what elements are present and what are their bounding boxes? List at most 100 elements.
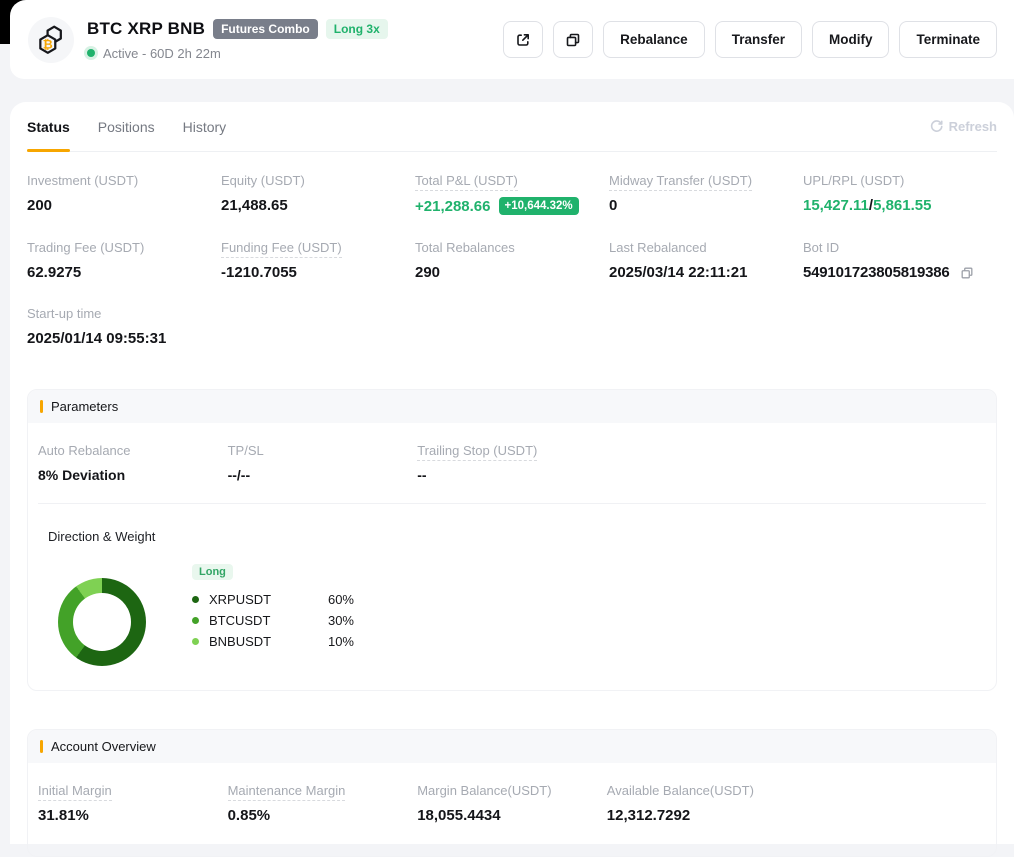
stat-label: Equity (USDT) [221, 173, 305, 188]
account-value: 0.85% [228, 807, 418, 824]
stat-investment: Investment (USDT) 200 [27, 173, 221, 215]
transfer-button[interactable]: Transfer [715, 21, 802, 58]
legend-weight: 30% [328, 613, 354, 628]
stat-value: 2025/03/14 22:11:21 [609, 264, 803, 281]
legend-weight: 10% [328, 634, 354, 649]
legend-item: BTCUSDT 30% [192, 613, 354, 628]
stat-funding-fee: Funding Fee (USDT) -1210.7055 [221, 240, 415, 281]
param-label-underlined: Trailing Stop (USDT) [417, 443, 537, 461]
copy-icon [565, 32, 581, 48]
account-overview-section: Account Overview Initial Margin 31.81% M… [27, 729, 997, 857]
direction-weight-title: Direction & Weight [48, 529, 976, 544]
stat-label-underlined: Funding Fee (USDT) [221, 240, 342, 258]
legend-weight: 60% [328, 592, 354, 607]
stat-label: Last Rebalanced [609, 240, 707, 255]
bot-type-badge: Futures Combo [213, 19, 318, 39]
status-text: Active - 60D 2h 22m [103, 46, 221, 61]
pnl-value: +21,288.66 [415, 198, 491, 215]
terminate-button[interactable]: Terminate [899, 21, 997, 58]
refresh-icon [929, 119, 944, 134]
stat-label: Trading Fee (USDT) [27, 240, 144, 255]
legend-dot [192, 638, 199, 645]
param-value: 8% Deviation [38, 467, 228, 483]
svg-text:₿: ₿ [43, 37, 53, 51]
rebalance-button[interactable]: Rebalance [603, 21, 705, 58]
stat-bot-id: Bot ID 549101723805819386 [803, 240, 997, 281]
stat-value: 0 [609, 197, 803, 214]
header-actions: Rebalance Transfer Modify Terminate [503, 21, 997, 58]
stat-label-underlined: Midway Transfer (USDT) [609, 173, 752, 191]
refresh-label: Refresh [949, 119, 997, 134]
stat-value: -1210.7055 [221, 264, 415, 281]
stat-midway-transfer: Midway Transfer (USDT) 0 [609, 173, 803, 215]
param-label: TP/SL [228, 443, 264, 458]
status-active-dot [87, 49, 95, 57]
param-value: --/-- [228, 467, 418, 483]
legend-symbol: XRPUSDT [209, 592, 271, 607]
account-available-balance: Available Balance(USDT) 12,312.7292 [607, 783, 797, 824]
bot-leverage-badge: Long 3x [326, 19, 388, 39]
stat-startup-time: Start-up time 2025/01/14 09:55:31 [27, 306, 221, 347]
bot-id-value: 549101723805819386 [803, 264, 950, 281]
account-label-underlined: Maintenance Margin [228, 783, 346, 801]
param-tpsl: TP/SL --/-- [228, 443, 418, 483]
bot-detail-card: Status Positions History Refresh Investm… [10, 102, 1014, 844]
parameters-section: Parameters Auto Rebalance 8% Deviation T… [27, 389, 997, 691]
bot-logo: ₿ [28, 17, 74, 63]
account-margin-balance: Margin Balance(USDT) 18,055.4434 [417, 783, 607, 824]
copy-bot-button[interactable] [553, 21, 593, 58]
account-overview-title: Account Overview [51, 739, 156, 754]
external-link-icon [515, 32, 531, 48]
tab-status[interactable]: Status [27, 102, 70, 151]
upl-value: 15,427.11 [803, 197, 869, 214]
account-label: Margin Balance(USDT) [417, 783, 551, 798]
stat-equity: Equity (USDT) 21,488.65 [221, 173, 415, 215]
stat-total-rebalances: Total Rebalances 290 [415, 240, 609, 281]
account-label: Available Balance(USDT) [607, 783, 754, 798]
account-initial-margin: Initial Margin 31.81% [38, 783, 228, 824]
legend-item: BNBUSDT 10% [192, 634, 354, 649]
stat-value: 62.9275 [27, 264, 221, 281]
account-value: 31.81% [38, 807, 228, 824]
account-value: 12,312.7292 [607, 807, 797, 824]
bot-header: ₿ BTC XRP BNB Futures Combo Long 3x Acti… [10, 0, 1014, 79]
stat-last-rebalanced: Last Rebalanced 2025/03/14 22:11:21 [609, 240, 803, 281]
account-overview-header: Account Overview [28, 730, 996, 763]
stat-label-underlined: Total P&L (USDT) [415, 173, 518, 191]
stat-total-pnl: Total P&L (USDT) +21,288.66 +10,644.32% [415, 173, 609, 215]
bot-title: BTC XRP BNB [87, 19, 205, 39]
account-value: 18,055.4434 [417, 807, 607, 824]
pnl-percent-badge: +10,644.32% [499, 197, 579, 215]
param-label: Auto Rebalance [38, 443, 131, 458]
parameters-section-header: Parameters [28, 390, 996, 423]
account-label-underlined: Initial Margin [38, 783, 112, 801]
tab-history[interactable]: History [183, 102, 227, 151]
direction-weight-donut [58, 578, 146, 666]
param-value: -- [417, 467, 607, 483]
legend-symbol: BTCUSDT [209, 613, 270, 628]
bot-identity: ₿ BTC XRP BNB Futures Combo Long 3x Acti… [28, 17, 388, 63]
stat-label: Bot ID [803, 240, 839, 255]
legend-item: XRPUSDT 60% [192, 592, 354, 607]
account-overview-grid: Initial Margin 31.81% Maintenance Margin… [38, 783, 986, 824]
legend-symbol: BNBUSDT [209, 634, 271, 649]
refresh-button[interactable]: Refresh [929, 119, 997, 134]
rpl-value: 5,861.55 [873, 197, 931, 214]
stat-label: UPL/RPL (USDT) [803, 173, 904, 188]
stat-upl-rpl: UPL/RPL (USDT) 15,427.11 / 5,861.55 [803, 173, 997, 215]
parameters-title: Parameters [51, 399, 118, 414]
legend-dot [192, 596, 199, 603]
stat-value: 21,488.65 [221, 197, 415, 214]
tab-positions[interactable]: Positions [98, 102, 155, 151]
orange-accent-bar [40, 400, 43, 413]
parameters-grid: Auto Rebalance 8% Deviation TP/SL --/-- … [38, 443, 986, 483]
hexagon-bitcoin-icon: ₿ [36, 24, 66, 56]
modify-button[interactable]: Modify [812, 21, 890, 58]
param-trailing-stop: Trailing Stop (USDT) -- [417, 443, 607, 483]
long-direction-badge: Long [192, 564, 233, 580]
bot-id-copy-icon[interactable] [960, 266, 974, 280]
param-auto-rebalance: Auto Rebalance 8% Deviation [38, 443, 228, 483]
stat-label: Investment (USDT) [27, 173, 138, 188]
orange-accent-bar [40, 740, 43, 753]
open-external-button[interactable] [503, 21, 543, 58]
